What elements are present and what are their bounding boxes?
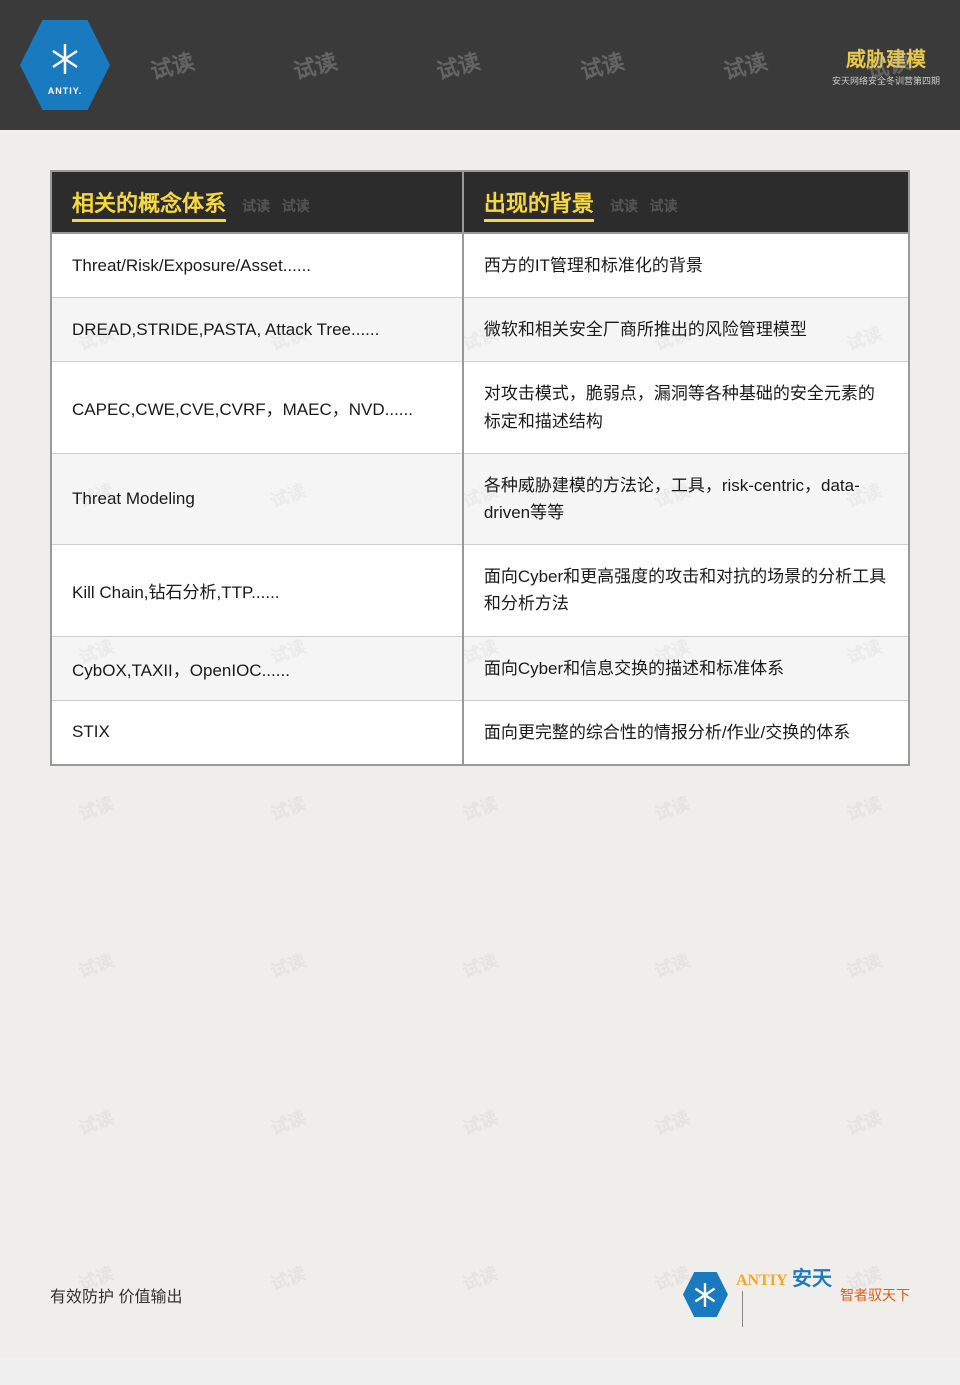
footer-logo: ANTIY 安天 智者驭天下 bbox=[683, 1262, 910, 1327]
logo-icon bbox=[40, 34, 90, 84]
watermark-1: 试读 bbox=[146, 44, 197, 86]
table-row: Kill Chain,钻石分析,TTP......面向Cyber和更高强度的攻击… bbox=[51, 545, 909, 636]
table-cell-right: 对攻击模式，脆弱点，漏洞等各种基础的安全元素的标定和描述结构 bbox=[463, 362, 909, 453]
table-cell-left: CybOX,TAXII，OpenIOC...... bbox=[51, 636, 463, 700]
brand-name: 威胁建模 bbox=[846, 43, 926, 72]
table-cell-right: 微软和相关安全厂商所推出的风险管理模型 bbox=[463, 298, 909, 362]
table-cell-left: STIX bbox=[51, 700, 463, 765]
table-body: Threat/Risk/Exposure/Asset......西方的IT管理和… bbox=[51, 233, 909, 765]
table-row: CAPEC,CWE,CVE,CVRF，MAEC，NVD......对攻击模式，脆… bbox=[51, 362, 909, 453]
header: ANTIY. 试读 试读 试读 试读 试读 试读 威胁建模 安天网络安全冬训营第… bbox=[0, 0, 960, 130]
logo-text: ANTIY. bbox=[48, 86, 83, 96]
table-cell-right: 面向更完整的综合性的情报分析/作业/交换的体系 bbox=[463, 700, 909, 765]
footer: 有效防护 价值输出 ANTIY 安天 智者驭天下 bbox=[0, 1262, 960, 1327]
table-header-row: 相关的概念体系 试读 试读 出现的背景 试读 试读 bbox=[51, 171, 909, 233]
table-cell-right: 面向Cyber和信息交换的描述和标准体系 bbox=[463, 636, 909, 700]
watermark-2: 试读 bbox=[290, 44, 341, 86]
table-row: STIX面向更完整的综合性的情报分析/作业/交换的体系 bbox=[51, 700, 909, 765]
watermark-4: 试读 bbox=[576, 44, 627, 86]
footer-logo-icon bbox=[683, 1272, 728, 1317]
table-row: Threat Modeling各种威胁建模的方法论，工具，risk-centri… bbox=[51, 453, 909, 544]
table-cell-right: 各种威胁建模的方法论，工具，risk-centric，data-driven等等 bbox=[463, 453, 909, 544]
footer-brand-main: ANTIY 安天 bbox=[736, 1262, 832, 1291]
footer-brand: ANTIY 安天 bbox=[736, 1262, 832, 1327]
header-right-brand: 威胁建模 安天网络安全冬训营第四期 bbox=[832, 43, 940, 87]
col1-header: 相关的概念体系 试读 试读 bbox=[51, 171, 463, 233]
table-cell-left: DREAD,STRIDE,PASTA, Attack Tree...... bbox=[51, 298, 463, 362]
header-watermark: 试读 试读 试读 试读 试读 试读 bbox=[0, 0, 960, 130]
brand-sub: 安天网络安全冬训营第四期 bbox=[832, 74, 940, 87]
table-cell-left: CAPEC,CWE,CVE,CVRF，MAEC，NVD...... bbox=[51, 362, 463, 453]
table-cell-left: Kill Chain,钻石分析,TTP...... bbox=[51, 545, 463, 636]
watermark-3: 试读 bbox=[433, 44, 484, 86]
logo: ANTIY. bbox=[20, 20, 110, 110]
table-cell-left: Threat/Risk/Exposure/Asset...... bbox=[51, 233, 463, 298]
table-row: Threat/Risk/Exposure/Asset......西方的IT管理和… bbox=[51, 233, 909, 298]
table-cell-left: Threat Modeling bbox=[51, 453, 463, 544]
main-content: 试读试读试读试读试读 试读试读试读试读试读 试读试读试读试读试读 试读试读试读试… bbox=[0, 130, 960, 1357]
col2-header: 出现的背景 试读 试读 bbox=[463, 171, 909, 233]
footer-slogan: 有效防护 价值输出 bbox=[50, 1283, 182, 1307]
footer-brand-sub: 智者驭天下 bbox=[840, 1285, 910, 1305]
table-row: DREAD,STRIDE,PASTA, Attack Tree......微软和… bbox=[51, 298, 909, 362]
watermark-5: 试读 bbox=[720, 44, 771, 86]
table-row: CybOX,TAXII，OpenIOC......面向Cyber和信息交换的描述… bbox=[51, 636, 909, 700]
table-cell-right: 西方的IT管理和标准化的背景 bbox=[463, 233, 909, 298]
concept-table: 相关的概念体系 试读 试读 出现的背景 试读 试读 Threat/Risk/Ex… bbox=[50, 170, 910, 766]
table-cell-right: 面向Cyber和更高强度的攻击和对抗的场景的分析工具和分析方法 bbox=[463, 545, 909, 636]
